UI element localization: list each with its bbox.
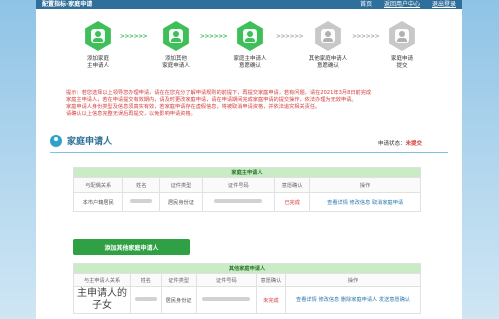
- step-2-label-1: 添加其他: [164, 56, 187, 62]
- confirm-status-cell: 未完成: [255, 286, 287, 314]
- column-header: 姓名: [130, 273, 162, 287]
- family-add-icon: [163, 21, 189, 51]
- primary-applicant-table: 家庭主申请人 与配偶关系 姓名 证件类型 证件号码 意愿确认 操作 本市户籍居民…: [72, 167, 421, 212]
- step-1: 添加家庭 主申请人: [68, 21, 128, 70]
- name-cell-redacted: [130, 286, 162, 314]
- column-header: 意愿确认: [274, 177, 311, 193]
- column-header: 意愿确认: [255, 273, 287, 287]
- column-header: 证件号码: [195, 273, 257, 287]
- home-link[interactable]: 首页: [360, 1, 372, 8]
- view-details-link[interactable]: 查看详情: [296, 297, 317, 303]
- step-1-label-1: 添加家庭: [86, 56, 109, 62]
- notice-line-3: 家庭申请人身份类型及信息须真实有效，若家庭申请存在虚假信息，将被取消申请资格，并…: [66, 104, 321, 110]
- step-3-label-2: 意愿确认: [238, 63, 261, 69]
- primary-table-caption: 家庭主申请人: [73, 167, 421, 178]
- user-center-link[interactable]: 返回用户中心: [384, 1, 420, 8]
- column-header: 证件类型: [160, 273, 197, 287]
- id-type-cell: 居民身份证: [160, 286, 197, 314]
- notice-line-2: 家庭主申请人，若在申请提交有效期内，请及时更改家庭申请，请在申请期间完成家庭申请…: [66, 97, 357, 103]
- column-header: 操作: [285, 273, 421, 287]
- step-arrow: >>>>>>: [120, 33, 148, 40]
- edit-info-link[interactable]: 修改信息: [318, 297, 339, 303]
- step-3-label-1: 家庭主申请人: [233, 56, 267, 62]
- add-other-applicant-button[interactable]: 添加其他家庭申请人: [73, 239, 190, 255]
- group-confirm-icon: [315, 21, 341, 51]
- step-5-label-2: 提交: [396, 63, 408, 69]
- column-header: 证件号码: [201, 177, 276, 193]
- section-divider: [50, 152, 448, 153]
- id-number-cell-redacted: [195, 286, 257, 314]
- id-number-cell-redacted: [201, 192, 276, 212]
- column-header: 与配偶关系: [72, 177, 124, 193]
- application-status: 申请状态：未提交: [378, 139, 422, 147]
- cancel-application-link[interactable]: 取消家庭申请: [372, 200, 403, 206]
- table-row: 主申请人的子女 居民身份证 未完成 查看详情 修改信息 删除家庭申请人 发送意愿…: [73, 286, 421, 314]
- confirm-status-cell: 已完成: [274, 192, 311, 212]
- other-table-caption: 其他家庭申请人: [73, 263, 421, 274]
- section-header: 家庭申请人: [50, 134, 112, 147]
- step-4-label-2: 意愿确认: [316, 63, 339, 69]
- notice-line-4: 请确认以上信息完整无误后再提交，以免影响申请资格。: [66, 111, 196, 117]
- step-4-label-1: 其他家庭申请人: [308, 56, 348, 62]
- step-2-label-2: 家庭申请人: [162, 63, 190, 69]
- name-cell-redacted: [122, 192, 161, 212]
- notice-line-1: 提示：若您选择以上领导您办理申请，请在在您充分了解申请规则的前提下，再提交家庭申…: [66, 90, 372, 96]
- submit-check-icon: [389, 21, 415, 51]
- relation-cell: 本市户籍居民: [72, 192, 124, 212]
- step-2: 添加其他 家庭申请人: [146, 21, 206, 70]
- edit-info-link[interactable]: 修改信息: [350, 200, 371, 206]
- view-details-link[interactable]: 查看详情: [327, 200, 348, 206]
- column-header: 姓名: [122, 177, 161, 193]
- user-add-icon: [85, 21, 111, 51]
- relation-cell: 主申请人的子女: [73, 286, 131, 314]
- main-panel: 添加家庭 主申请人 >>>>>> 添加其他 家庭申请人 >>>>>> 家庭主申请人意…: [36, 9, 462, 319]
- step-5: 家庭申请 提交: [372, 21, 432, 70]
- send-confirmation-link[interactable]: 发送意愿确认: [379, 297, 410, 303]
- user-circle-icon: [50, 134, 62, 147]
- top-bar: 配置指标·家庭申请 首页 返回用户中心 退出登录: [36, 0, 462, 9]
- column-header: 与主申请人关系: [73, 273, 131, 287]
- step-5-label-1: 家庭申请: [390, 56, 413, 62]
- delete-applicant-link[interactable]: 删除家庭申请人: [341, 297, 377, 303]
- status-value: 未提交: [405, 141, 422, 147]
- actions-cell: 查看详情 修改信息 删除家庭申请人 发送意愿确认: [285, 286, 421, 314]
- step-3: 家庭主申请人 意愿确认: [220, 21, 280, 70]
- id-type-cell: 居民身份证: [159, 192, 203, 212]
- app-title: 配置指标·家庭申请: [42, 1, 93, 8]
- table-row: 本市户籍居民 居民身份证 已完成 查看详情 修改信息 取消家庭申请: [72, 192, 421, 212]
- section-title: 家庭申请人: [67, 137, 113, 147]
- column-header: 操作: [309, 177, 421, 193]
- actions-cell: 查看详情 修改信息 取消家庭申请: [309, 192, 421, 212]
- progress-steps: 添加家庭 主申请人 >>>>>> 添加其他 家庭申请人 >>>>>> 家庭主申请人意…: [36, 21, 462, 91]
- other-applicants-table: 其他家庭申请人 与主申请人关系 姓名 证件类型 证件号码 意愿确认 操作 主申请…: [73, 263, 421, 314]
- notice-text: 提示：若您选择以上领导您办理申请，请在在您充分了解申请规则的前提下，再提交家庭申…: [66, 90, 436, 118]
- logout-link[interactable]: 退出登录: [432, 1, 456, 8]
- column-header: 证件类型: [159, 177, 203, 193]
- step-1-label-2: 主申请人: [86, 63, 109, 69]
- user-confirm-icon: [237, 21, 263, 51]
- status-label: 申请状态：: [377, 141, 406, 147]
- step-4: 其他家庭申请人 意愿确认: [298, 21, 358, 70]
